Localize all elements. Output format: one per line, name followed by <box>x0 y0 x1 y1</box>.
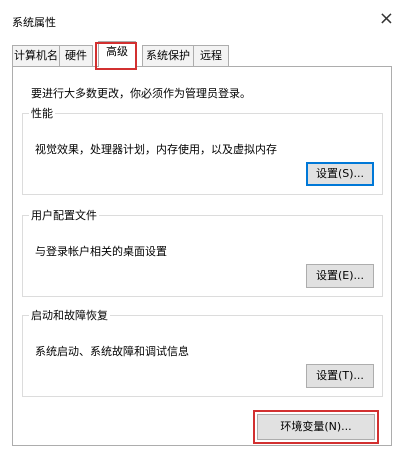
performance-group: 性能 视觉效果，处理器计划，内存使用，以及虚拟内存 设置(S)... <box>22 105 383 195</box>
window-title: 系统属性 <box>12 16 56 29</box>
admin-notice: 要进行大多数更改，你必须作为管理员登录。 <box>31 87 251 100</box>
performance-settings-button[interactable]: 设置(S)... <box>306 162 374 186</box>
environment-variables-button[interactable]: 环境变量(N)... <box>257 414 375 440</box>
advanced-panel: 要进行大多数更改，你必须作为管理员登录。 性能 视觉效果，处理器计划，内存使用，… <box>12 66 392 446</box>
startup-recovery-group: 启动和故障恢复 系统启动、系统故障和调试信息 设置(T)... <box>22 307 383 397</box>
tab-hardware[interactable]: 硬件 <box>59 45 93 66</box>
performance-title: 性能 <box>31 107 53 120</box>
tab-computer-name[interactable]: 计算机名 <box>12 45 60 66</box>
tab-advanced[interactable]: 高级 <box>98 41 136 67</box>
user-profiles-title: 用户配置文件 <box>31 209 97 222</box>
startup-recovery-title: 启动和故障恢复 <box>31 309 108 322</box>
tab-system-protection[interactable]: 系统保护 <box>142 45 194 66</box>
user-profiles-desc: 与登录帐户相关的桌面设置 <box>35 245 167 258</box>
startup-recovery-desc: 系统启动、系统故障和调试信息 <box>35 345 189 358</box>
performance-desc: 视觉效果，处理器计划，内存使用，以及虚拟内存 <box>35 143 277 156</box>
startup-recovery-settings-button[interactable]: 设置(T)... <box>306 364 374 388</box>
tab-remote[interactable]: 远程 <box>193 45 229 66</box>
close-icon[interactable]: × <box>379 10 394 28</box>
user-profiles-group: 用户配置文件 与登录帐户相关的桌面设置 设置(E)... <box>22 207 383 297</box>
title-bar: 系统属性 × <box>0 0 406 40</box>
user-profiles-settings-button[interactable]: 设置(E)... <box>306 264 374 288</box>
